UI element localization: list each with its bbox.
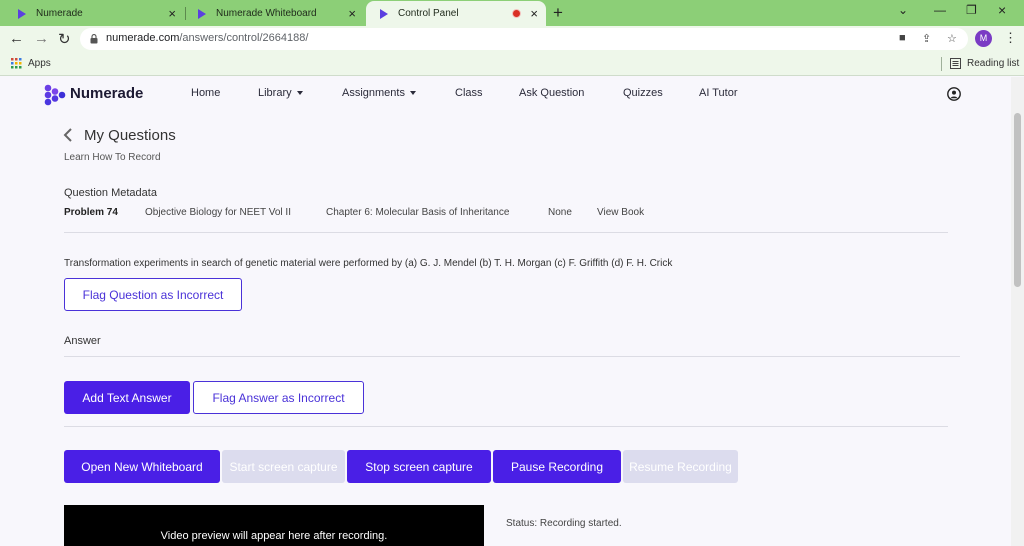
- recording-indicator-icon: [512, 9, 521, 18]
- divider: [64, 426, 948, 427]
- start-screen-capture-button: Start screen capture: [222, 450, 345, 483]
- add-text-answer-button[interactable]: Add Text Answer: [64, 381, 190, 414]
- nav-label: Home: [191, 87, 221, 99]
- nav-home[interactable]: Home: [191, 87, 220, 99]
- nav-quizzes[interactable]: Quizzes: [623, 87, 663, 99]
- nav-label: Quizzes: [623, 87, 663, 99]
- nav-label: Class: [455, 87, 483, 99]
- nav-ask-question[interactable]: Ask Question: [519, 87, 584, 99]
- resume-recording-button: Resume Recording: [623, 450, 738, 483]
- page-scrollbar[interactable]: [1011, 77, 1024, 546]
- metadata-heading: Question Metadata: [64, 187, 157, 199]
- problem-number: Problem 74: [64, 207, 118, 218]
- question-text: Transformation experiments in search of …: [64, 258, 673, 269]
- nav-class[interactable]: Class: [455, 87, 483, 99]
- page-title: My Questions: [84, 127, 176, 144]
- brand-name[interactable]: Numerade: [70, 85, 143, 102]
- close-tab-icon[interactable]: ×: [348, 6, 356, 21]
- open-new-whiteboard-button[interactable]: Open New Whiteboard: [64, 450, 220, 483]
- reload-icon[interactable]: ↻: [58, 30, 71, 48]
- url-path: /answers/control/2664188/: [179, 32, 309, 44]
- nav-label: Library: [258, 87, 292, 99]
- address-bar[interactable]: numerade.com/answers/control/2664188/ ■ …: [80, 28, 968, 50]
- tab-title: Control Panel: [398, 8, 459, 19]
- browser-tab-numerade-whiteboard[interactable]: Numerade Whiteboard ×: [184, 1, 364, 26]
- browser-tab-control-panel[interactable]: Control Panel ×: [366, 1, 546, 26]
- bookmarks-bar: Apps Reading list: [0, 52, 1024, 76]
- close-window-icon[interactable]: ×: [998, 2, 1006, 18]
- tab-title: Numerade: [36, 8, 83, 19]
- recording-status: Status: Recording started.: [506, 518, 622, 529]
- video-placeholder-text: Video preview will appear here after rec…: [160, 530, 388, 542]
- reading-list-icon[interactable]: [950, 58, 961, 69]
- bookmarks-divider: [941, 57, 942, 71]
- flag-question-button[interactable]: Flag Question as Incorrect: [64, 278, 242, 311]
- nav-assignments[interactable]: Assignments: [342, 87, 416, 99]
- apps-grid-icon[interactable]: [11, 58, 22, 69]
- scrollbar-thumb[interactable]: [1014, 113, 1021, 287]
- browser-menu-icon[interactable]: ⋮: [1004, 30, 1017, 46]
- pause-recording-button[interactable]: Pause Recording: [493, 450, 621, 483]
- flag-answer-button[interactable]: Flag Answer as Incorrect: [193, 381, 364, 414]
- lock-icon: [90, 34, 98, 44]
- nav-label: Assignments: [342, 87, 405, 99]
- numerade-favicon-icon: [198, 8, 206, 19]
- back-chevron-icon[interactable]: [62, 128, 74, 142]
- divider: [64, 232, 948, 233]
- minimize-window-icon[interactable]: —: [934, 3, 946, 17]
- reading-list-button[interactable]: Reading list: [967, 58, 1019, 69]
- video-preview: Video preview will appear here after rec…: [64, 505, 484, 546]
- url-text: numerade.com/answers/control/2664188/: [106, 32, 308, 44]
- browser-toolbar: ← → ↻ numerade.com/answers/control/26641…: [0, 26, 1024, 52]
- nav-ai-tutor[interactable]: AI Tutor: [699, 87, 738, 99]
- tab-search-chevron-icon[interactable]: ⌄: [898, 3, 908, 17]
- close-tab-icon[interactable]: ×: [168, 6, 176, 21]
- section-name: None: [548, 207, 572, 218]
- dropdown-caret-icon: [296, 91, 303, 96]
- stop-screen-capture-button[interactable]: Stop screen capture: [347, 450, 491, 483]
- close-tab-icon[interactable]: ×: [530, 6, 538, 21]
- bookmark-star-icon[interactable]: ☆: [947, 32, 957, 45]
- nav-label: AI Tutor: [699, 87, 738, 99]
- nav-label: Ask Question: [519, 87, 585, 99]
- browser-tab-numerade[interactable]: Numerade ×: [4, 1, 184, 26]
- answer-heading: Answer: [64, 335, 101, 347]
- account-icon[interactable]: [947, 87, 961, 101]
- restore-window-icon[interactable]: ❐: [966, 3, 977, 17]
- dropdown-caret-icon: [409, 91, 416, 96]
- learn-how-to-record-link[interactable]: Learn How To Record: [64, 152, 161, 163]
- back-arrow-icon[interactable]: ←: [9, 30, 24, 47]
- chapter-name: Chapter 6: Molecular Basis of Inheritanc…: [326, 207, 510, 218]
- nav-library[interactable]: Library: [258, 87, 303, 99]
- url-host: numerade.com: [106, 32, 180, 44]
- apps-bookmark[interactable]: Apps: [28, 58, 51, 69]
- share-icon[interactable]: ⇪: [922, 32, 931, 45]
- new-tab-icon[interactable]: +: [553, 3, 563, 23]
- browser-tab-strip: Numerade × Numerade Whiteboard × Control…: [0, 0, 1024, 26]
- numerade-logo-icon[interactable]: [44, 84, 66, 106]
- divider: [64, 356, 960, 357]
- page-content: Numerade Home Library Assignments Class …: [0, 77, 1011, 546]
- book-title: Objective Biology for NEET Vol II: [145, 207, 291, 218]
- tab-title: Numerade Whiteboard: [216, 8, 317, 19]
- numerade-favicon-icon: [380, 8, 388, 19]
- view-book-link[interactable]: View Book: [597, 207, 644, 218]
- profile-avatar[interactable]: M: [975, 30, 992, 47]
- camera-in-use-icon[interactable]: ■: [899, 32, 906, 44]
- forward-arrow-icon[interactable]: →: [34, 30, 49, 47]
- numerade-favicon-icon: [18, 8, 26, 19]
